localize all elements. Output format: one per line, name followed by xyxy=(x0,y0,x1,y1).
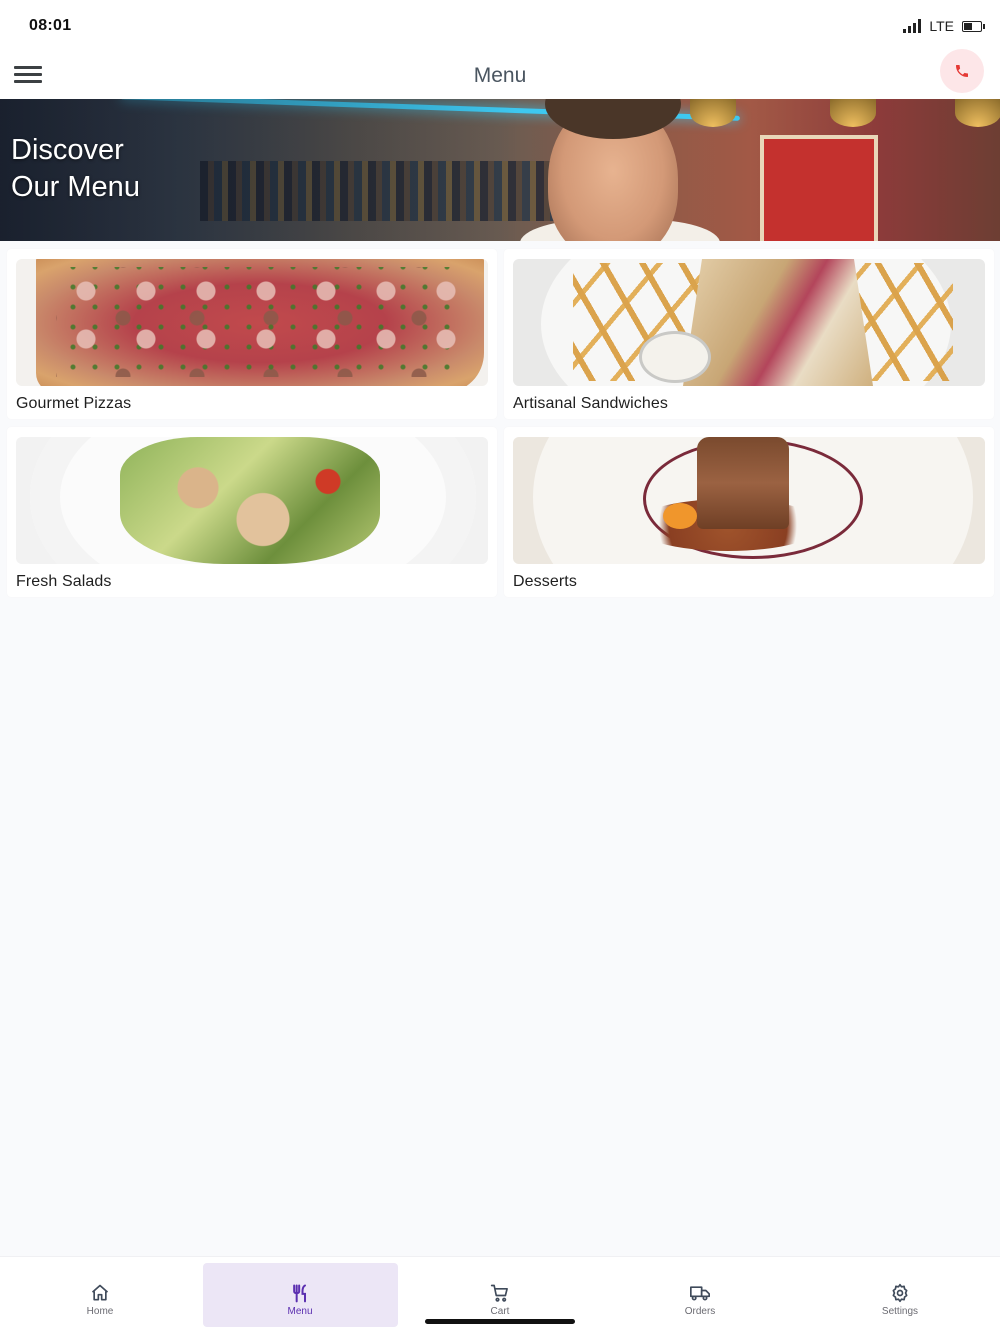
status-time: 08:01 xyxy=(29,17,72,34)
hero-lamp xyxy=(955,99,1000,127)
dessert-photo xyxy=(513,437,985,564)
hero-title-line2: Our Menu xyxy=(11,171,140,203)
salad-photo xyxy=(16,437,488,564)
sandwich-photo xyxy=(513,259,985,386)
nav-item-settings[interactable]: Settings xyxy=(803,1263,998,1327)
nav-label-cart: Cart xyxy=(490,1306,510,1317)
nav-label-orders: Orders xyxy=(684,1306,716,1317)
category-label: Desserts xyxy=(513,573,577,590)
page-title: Menu xyxy=(473,63,527,87)
hero-title: Discover Our Menu xyxy=(11,132,140,206)
menu-screen: 08:01 LTE Menu Discover Our Menu Gourmet… xyxy=(0,0,1000,1334)
cart-icon xyxy=(490,1284,508,1302)
status-indicators: LTE xyxy=(903,18,985,34)
hero-banner: Discover Our Menu xyxy=(0,99,1000,241)
hero-poster xyxy=(760,135,878,241)
nav-label-home: Home xyxy=(86,1306,114,1317)
pizza-photo xyxy=(16,259,488,386)
utensils-icon xyxy=(293,1284,306,1303)
category-label: Fresh Salads xyxy=(16,573,112,590)
hamburger-menu-icon[interactable] xyxy=(14,62,42,88)
bottom-navigation: Home Menu Cart Orders Settings xyxy=(0,1256,1000,1334)
network-type: LTE xyxy=(929,18,954,34)
home-icon xyxy=(91,1284,109,1301)
nav-label-settings: Settings xyxy=(881,1306,919,1317)
hero-title-line1: Discover xyxy=(11,134,124,166)
signal-icon xyxy=(903,19,922,33)
nav-item-cart[interactable]: Cart xyxy=(403,1263,598,1327)
category-label: Gourmet Pizzas xyxy=(16,395,132,412)
nav-item-menu[interactable]: Menu xyxy=(202,1263,398,1327)
nav-item-orders[interactable]: Orders xyxy=(603,1263,798,1327)
category-card-desserts[interactable]: Desserts xyxy=(504,427,994,597)
nav-item-home[interactable]: Home xyxy=(3,1263,198,1327)
gear-icon xyxy=(892,1283,908,1303)
hero-lamp xyxy=(690,99,736,127)
category-card-salads[interactable]: Fresh Salads xyxy=(7,427,497,597)
category-label: Artisanal Sandwiches xyxy=(513,395,668,412)
category-card-pizzas[interactable]: Gourmet Pizzas xyxy=(7,249,497,419)
phone-icon xyxy=(956,65,968,77)
call-button[interactable] xyxy=(940,49,984,93)
category-grid: Gourmet Pizzas Artisanal Sandwiches Fres… xyxy=(7,249,994,597)
app-bar: Menu xyxy=(0,49,1000,99)
status-bar: 08:01 LTE xyxy=(0,0,1000,52)
battery-icon xyxy=(962,20,985,32)
delivery-truck-icon xyxy=(689,1286,710,1301)
nav-label-menu: Menu xyxy=(287,1306,313,1317)
category-card-sandwiches[interactable]: Artisanal Sandwiches xyxy=(504,249,994,419)
home-indicator xyxy=(425,1319,575,1324)
hero-lamp xyxy=(830,99,876,127)
